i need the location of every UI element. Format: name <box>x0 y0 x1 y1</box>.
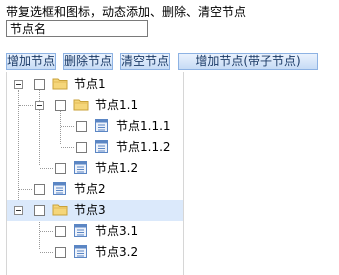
tree-node-1-1-2[interactable]: 节点1.1.2 <box>7 137 183 158</box>
tree-checkbox[interactable] <box>34 79 45 90</box>
tree-node-3-2[interactable]: 节点3.2 <box>7 242 183 263</box>
tree-checkbox[interactable] <box>55 247 66 258</box>
tree-node-label: 节点1.2 <box>95 161 139 175</box>
tree-checkbox[interactable] <box>55 100 66 111</box>
tree-guide-branch <box>19 189 32 190</box>
document-icon <box>95 119 108 132</box>
tree-node-1[interactable]: 节点1 <box>7 74 183 95</box>
folder-icon <box>73 99 89 111</box>
tree-node-label: 节点1.1.2 <box>116 140 171 154</box>
document-icon <box>53 182 66 195</box>
collapse-toggle[interactable] <box>14 80 23 89</box>
collapse-toggle[interactable] <box>35 101 44 110</box>
clear-nodes-button[interactable]: 清空节点 <box>120 53 170 70</box>
tree-checkbox[interactable] <box>76 142 87 153</box>
tree-guide-branch <box>40 252 53 253</box>
tree-guide-branch <box>19 105 33 106</box>
tree-guide-branch <box>40 168 53 169</box>
tree-guide-branch <box>61 126 74 127</box>
tree-node-label: 节点3 <box>74 203 106 217</box>
tree-checkbox[interactable] <box>55 226 66 237</box>
tree-guide-branch <box>40 231 53 232</box>
document-icon <box>74 224 87 237</box>
tree-node-label: 节点2 <box>74 182 106 196</box>
tree-node-1-1-1[interactable]: 节点1.1.1 <box>7 116 183 137</box>
tree-checkbox[interactable] <box>34 184 45 195</box>
tree-guide-branch <box>61 147 74 148</box>
tree-node-1-2[interactable]: 节点1.2 <box>7 158 183 179</box>
document-icon <box>95 140 108 153</box>
node-name-input[interactable] <box>6 20 148 37</box>
tree-checkbox[interactable] <box>76 121 87 132</box>
tree-view: 节点1 节点1.1 节点1.1.1 节点1.1.2 节点1.2 节点2 节点3 … <box>6 72 184 275</box>
tree-node-label: 节点1.1.1 <box>116 119 171 133</box>
collapse-toggle[interactable] <box>14 206 23 215</box>
document-icon <box>74 245 87 258</box>
tree-checkbox[interactable] <box>55 163 66 174</box>
add-node-button[interactable]: 增加节点 <box>6 53 56 70</box>
tree-node-3-1[interactable]: 节点3.1 <box>7 221 183 242</box>
folder-icon <box>52 204 68 216</box>
folder-icon <box>52 78 68 90</box>
add-node-with-children-button[interactable]: 增加节点(带子节点) <box>178 53 318 70</box>
tree-node-label: 节点3.1 <box>95 224 139 238</box>
tree-node-label: 节点3.2 <box>95 245 139 259</box>
document-icon <box>74 161 87 174</box>
delete-node-button[interactable]: 删除节点 <box>63 53 113 70</box>
page-heading: 带复选框和图标，动态添加、删除、清空节点 <box>6 5 247 19</box>
tree-checkbox[interactable] <box>34 205 45 216</box>
tree-node-label: 节点1.1 <box>95 98 139 112</box>
tree-node-label: 节点1 <box>74 77 106 91</box>
tree-node-3[interactable]: 节点3 <box>7 200 183 221</box>
tree-node-1-1[interactable]: 节点1.1 <box>7 95 183 116</box>
tree-node-2[interactable]: 节点2 <box>7 179 183 200</box>
